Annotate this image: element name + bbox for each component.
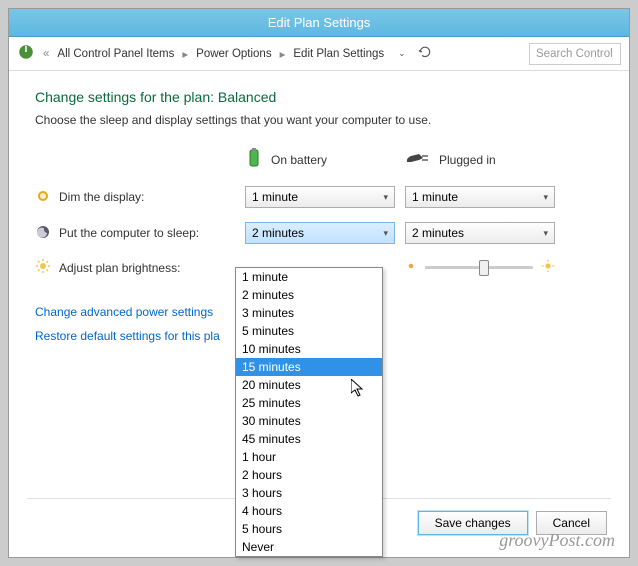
dropdown-option[interactable]: 3 minutes (236, 304, 382, 322)
dropdown-option[interactable]: 3 hours (236, 484, 382, 502)
page-subheading: Choose the sleep and display settings th… (35, 113, 603, 127)
dropdown-option[interactable]: 30 minutes (236, 412, 382, 430)
watermark: groovyPost.com (499, 530, 615, 551)
brightness-icon (35, 258, 51, 277)
battery-icon (245, 147, 263, 172)
dropdown-option[interactable]: Never (236, 538, 382, 556)
chevron-down-icon: ▾ (543, 192, 548, 203)
breadcrumb-item[interactable]: All Control Panel Items (57, 48, 174, 60)
dropdown-option[interactable]: 15 minutes (236, 358, 382, 376)
dim-battery-dropdown[interactable]: 1 minute▾ (245, 186, 395, 208)
row-brightness: Adjust plan brightness: (35, 258, 235, 277)
dropdown-option[interactable]: 4 hours (236, 502, 382, 520)
dropdown-option[interactable]: 2 minutes (236, 286, 382, 304)
dropdown-option[interactable]: 5 hours (236, 520, 382, 538)
window: Edit Plan Settings « All Control Panel I… (8, 8, 630, 558)
breadcrumb-bar: « All Control Panel Items ▸ Power Option… (9, 37, 629, 71)
dropdown-option[interactable]: 1 hour (236, 448, 382, 466)
chevron-down-icon: ▾ (383, 192, 388, 203)
titlebar: Edit Plan Settings (9, 9, 629, 37)
dropdown-option[interactable]: 25 minutes (236, 394, 382, 412)
dropdown-option[interactable]: 1 minute (236, 268, 382, 286)
breadcrumb-back-icon[interactable]: « (43, 48, 49, 60)
chevron-down-icon: ▾ (543, 228, 548, 239)
content-area: Change settings for the plan: Balanced C… (9, 71, 629, 557)
breadcrumb-item[interactable]: Edit Plan Settings (293, 48, 384, 60)
sleep-battery-dropdown-list[interactable]: 1 minute2 minutes3 minutes5 minutes10 mi… (235, 267, 383, 557)
search-input[interactable]: Search Control (529, 43, 621, 65)
slider-track[interactable] (425, 266, 533, 269)
row-dim-display: Dim the display: (35, 188, 235, 207)
power-options-icon (17, 43, 35, 64)
settings-grid: On battery Plugged in Dim the display: 1… (35, 147, 603, 277)
dropdown-option[interactable]: 10 minutes (236, 340, 382, 358)
sleep-battery-dropdown[interactable]: 2 minutes▾ (245, 222, 395, 244)
plug-icon (405, 150, 431, 169)
column-header-battery: On battery (245, 147, 395, 172)
chevron-right-icon: ▸ (280, 47, 286, 61)
column-header-plugged: Plugged in (405, 150, 555, 169)
brightness-plugged-slider[interactable] (405, 259, 555, 276)
refresh-icon[interactable] (418, 45, 432, 62)
search-placeholder: Search Control (536, 48, 613, 60)
breadcrumb-item[interactable]: Power Options (196, 48, 271, 60)
dim-display-icon (35, 188, 51, 207)
sleep-plugged-dropdown[interactable]: 2 minutes▾ (405, 222, 555, 244)
dropdown-option[interactable]: 45 minutes (236, 430, 382, 448)
brightness-low-icon (405, 260, 417, 275)
page-heading: Change settings for the plan: Balanced (35, 89, 603, 105)
window-title: Edit Plan Settings (268, 15, 371, 30)
sleep-icon (35, 224, 51, 243)
brightness-high-icon (541, 259, 555, 276)
dropdown-option[interactable]: 2 hours (236, 466, 382, 484)
dropdown-option[interactable]: 5 minutes (236, 322, 382, 340)
dim-plugged-dropdown[interactable]: 1 minute▾ (405, 186, 555, 208)
dropdown-option[interactable]: 20 minutes (236, 376, 382, 394)
slider-thumb[interactable] (479, 260, 489, 276)
chevron-down-icon[interactable]: ⌄ (398, 48, 406, 59)
row-sleep: Put the computer to sleep: (35, 224, 235, 243)
chevron-right-icon: ▸ (182, 47, 188, 61)
chevron-down-icon: ▾ (383, 228, 388, 239)
